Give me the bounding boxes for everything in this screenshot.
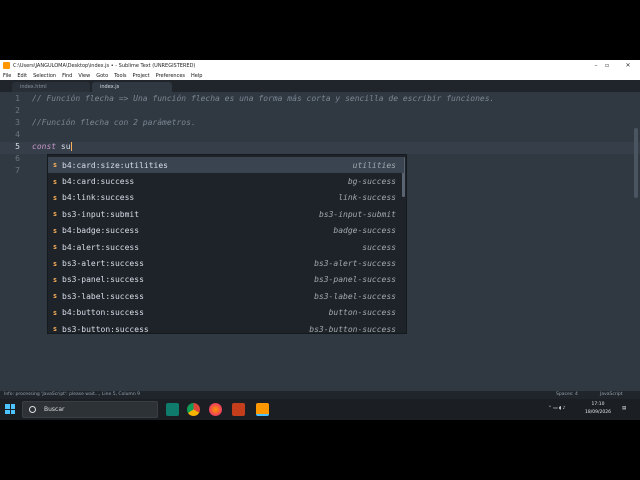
- snippet-kind-icon: s: [52, 243, 58, 252]
- autocomplete-trigger: b4:card:size:utilities: [62, 160, 168, 170]
- autocomplete-trigger: bs3-input:submit: [62, 209, 140, 219]
- snippet-kind-icon: s: [52, 275, 58, 284]
- line-number: 5: [15, 142, 20, 151]
- autocomplete-trigger: bs3-panel:success: [62, 275, 144, 285]
- autocomplete-item[interactable]: s bs3-input:submit bs3-input-submit: [48, 206, 404, 222]
- title-bar: C:\Users\JANGULOMA\Desktop\index.js • - …: [0, 60, 640, 71]
- autocomplete-trigger: bs3-button:success: [62, 324, 149, 334]
- firefox-taskbar-icon[interactable]: [209, 403, 222, 416]
- menu-help[interactable]: Help: [191, 73, 202, 79]
- autocomplete-trigger: b4:badge:success: [62, 226, 140, 236]
- keyword-const: const: [32, 142, 57, 151]
- tab-index-html[interactable]: index.html: [12, 82, 90, 92]
- autocomplete-trigger: b4:link:success: [62, 193, 135, 203]
- current-line-highlight: [0, 142, 640, 154]
- code-line-5: const su: [32, 142, 72, 151]
- menu-bar: File Edit Selection Find View Goto Tools…: [0, 71, 640, 80]
- code-line-1: // Función flecha => Una función flecha …: [32, 94, 495, 103]
- autocomplete-item[interactable]: s b4:card:size:utilities utilities: [48, 157, 404, 174]
- menu-selection[interactable]: Selection: [33, 73, 56, 79]
- sublime-taskbar-icon[interactable]: [256, 403, 269, 416]
- autocomplete-annotation: bs3-label-success: [314, 291, 396, 301]
- autocomplete-annotation: bs3-panel-success: [314, 275, 396, 285]
- line-number: 1: [15, 94, 20, 103]
- autocomplete-annotation: link-success: [338, 193, 396, 203]
- snippet-kind-icon: s: [52, 193, 58, 202]
- autocomplete-item[interactable]: s bs3-button:success bs3-button-success: [48, 321, 404, 337]
- menu-goto[interactable]: Goto: [96, 73, 108, 79]
- autocomplete-annotation: bs3-input-submit: [318, 209, 396, 219]
- snippet-kind-icon: s: [52, 210, 58, 219]
- syntax-status[interactable]: JavaScript: [600, 391, 623, 399]
- vscode-taskbar-icon[interactable]: [166, 403, 179, 416]
- autocomplete-item[interactable]: s bs3-panel:success bs3-panel-success: [48, 272, 404, 288]
- snippet-kind-icon: s: [52, 226, 58, 235]
- search-icon: [29, 406, 36, 413]
- autocomplete-item[interactable]: s bs3-alert:success bs3-alert-success: [48, 255, 404, 271]
- clock-time[interactable]: 17:10: [586, 402, 610, 407]
- tab-bar: index.html index.js: [0, 80, 640, 92]
- autocomplete-annotation: bs3-alert-success: [314, 259, 396, 269]
- autocomplete-trigger: bs3-alert:success: [62, 259, 144, 269]
- autocomplete-item[interactable]: s b4:alert:success success: [48, 239, 404, 255]
- vertical-scrollbar[interactable]: [634, 128, 638, 198]
- tab-index-js[interactable]: index.js: [92, 82, 172, 92]
- close-button[interactable]: ✕: [617, 60, 639, 71]
- snippet-kind-icon: s: [52, 161, 58, 170]
- menu-project[interactable]: Project: [133, 73, 150, 79]
- autocomplete-annotation: success: [362, 242, 396, 252]
- text-cursor: [70, 142, 72, 151]
- autocomplete-trigger: b4:button:success: [62, 308, 144, 318]
- line-number: 2: [15, 106, 20, 115]
- powerpoint-taskbar-icon[interactable]: [232, 403, 245, 416]
- autocomplete-trigger: b4:alert:success: [62, 242, 140, 252]
- search-placeholder: Buscar: [44, 406, 65, 413]
- autocomplete-annotation: badge-success: [333, 226, 396, 236]
- sublime-text-icon: [3, 62, 10, 69]
- typed-text: su: [60, 142, 71, 151]
- snippet-kind-icon: s: [52, 325, 58, 334]
- window-title: C:\Users\JANGULOMA\Desktop\index.js • - …: [13, 62, 196, 69]
- indentation-status[interactable]: Spaces: 4: [556, 391, 578, 399]
- autocomplete-item[interactable]: s b4:button:success button-success: [48, 305, 404, 321]
- windows-start-icon[interactable]: [5, 404, 15, 414]
- autocomplete-item[interactable]: s bs3-label:success bs3-label-success: [48, 288, 404, 304]
- code-line-3: //Función flecha con 2 parámetros.: [32, 118, 196, 127]
- line-number: 3: [15, 118, 20, 127]
- line-number: 4: [15, 130, 20, 139]
- snippet-kind-icon: s: [52, 259, 58, 268]
- autocomplete-item[interactable]: s b4:card:success bg-success: [48, 173, 404, 189]
- menu-tools[interactable]: Tools: [114, 73, 126, 79]
- autocomplete-item[interactable]: s b4:badge:success badge-success: [48, 223, 404, 239]
- autocomplete-annotation: bs3-button-success: [309, 324, 396, 334]
- notification-icon[interactable]: ▤: [622, 406, 626, 411]
- line-gutter: 1 2 3 4 5 6 7: [0, 92, 24, 392]
- autocomplete-annotation: utilities: [352, 160, 396, 170]
- clock-date[interactable]: 18/09/2026: [584, 410, 612, 415]
- status-message: Info: processing 'JavaScript': please wa…: [4, 392, 140, 397]
- autocomplete-annotation: button-success: [328, 308, 396, 318]
- screen: C:\Users\JANGULOMA\Desktop\index.js • - …: [0, 60, 640, 420]
- chrome-taskbar-icon[interactable]: [187, 403, 200, 416]
- menu-preferences[interactable]: Preferences: [156, 73, 185, 79]
- taskbar-search[interactable]: Buscar: [22, 401, 158, 418]
- tray-icons[interactable]: ⌃ ▭ ◖ ♪: [548, 406, 566, 411]
- status-bar: Info: processing 'JavaScript': please wa…: [0, 391, 640, 399]
- menu-find[interactable]: Find: [62, 73, 72, 79]
- maximize-button[interactable]: ▫: [596, 60, 618, 71]
- autocomplete-trigger: bs3-label:success: [62, 291, 144, 301]
- menu-view[interactable]: View: [78, 73, 90, 79]
- taskbar: Buscar ⌃ ▭ ◖ ♪ 17:10 18/09/2026 ▤: [0, 399, 640, 420]
- autocomplete-popup[interactable]: s b4:card:size:utilities utilities s b4:card…: [47, 154, 407, 334]
- snippet-kind-icon: s: [52, 308, 58, 317]
- autocomplete-trigger: b4:card:success: [62, 177, 135, 187]
- snippet-kind-icon: s: [52, 292, 58, 301]
- autocomplete-annotation: bg-success: [347, 177, 396, 187]
- line-number: 7: [15, 166, 20, 175]
- line-number: 6: [15, 154, 20, 163]
- autocomplete-item[interactable]: s b4:link:success link-success: [48, 190, 404, 206]
- snippet-kind-icon: s: [52, 177, 58, 186]
- menu-edit[interactable]: Edit: [17, 73, 27, 79]
- menu-file[interactable]: File: [3, 73, 11, 79]
